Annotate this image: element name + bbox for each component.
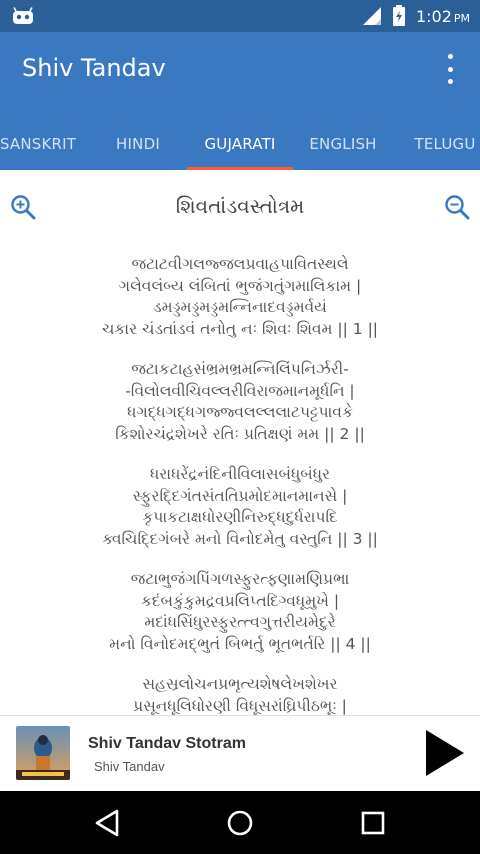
verse-line: જટાકટાહસંભ્રમભ્રમન્નિલિંપનિર્ઝરી-	[131, 360, 349, 378]
status-time: 1:02 PM	[415, 6, 470, 26]
battery-icon	[392, 5, 405, 26]
language-tabs: SANSKRIT HINDI GUJARATI ENGLISH TELUGU	[0, 118, 480, 170]
verse-line: -વિલોલવીચિવલ્લરીવિરાજમાનમૂર્ધનિ |	[125, 381, 355, 400]
verse-line: ચકાર ચંડતાંડવં તનોતુ નઃ શિવઃ શિવમ || 1 |…	[101, 319, 379, 338]
document-title: શિવતાંડવસ્તોત્રમ	[175, 194, 305, 218]
verse-line: ડમડ્ડમડ્ડમડ્ડમન્નિનાદવડ્ડમર્વયં	[153, 298, 327, 316]
verse-line: મદાંધસિંધુરસ્ફુરત્ત્વગુત્તરીયમેદુરે	[144, 613, 336, 631]
verses: જટાટવીગલજ્જલપ્રવાહપાવિતસ્થલે ગલેવલંબ્ય લ…	[0, 254, 480, 715]
verse-3: ધરાધરેંદ્રનંદિનીવિલાસબંધુબંધુર સ્ફુરદ્દિ…	[0, 464, 480, 550]
tab-telugu[interactable]: TELUGU	[396, 118, 480, 170]
play-icon[interactable]	[420, 728, 466, 778]
verse-5: સહસ્રલોચનપ્રભૃત્યશેષલેખશેખર પ્રસૂનધૂલિધો…	[0, 674, 480, 715]
zoom-out-icon[interactable]	[444, 194, 470, 220]
verse-line: ધરાધરેંદ્રનંદિનીવિલાસબંધુબંધુર	[149, 465, 331, 483]
system-nav-bar	[0, 791, 480, 854]
recents-icon[interactable]	[355, 805, 391, 841]
verse-line: મનો વિનોદમદ્ભુતં બિભર્તુ ભૂતભર્તરિ || 4 …	[109, 634, 371, 653]
verse-line: ક્વચિદ્દિગંબરે મનો વિનોદમેતુ વસ્તુનિ || …	[102, 529, 378, 548]
player-title: Shiv Tandav Stotram	[88, 735, 246, 752]
verse-2: જટાકટાહસંભ્રમભ્રમન્નિલિંપનિર્ઝરી- -વિલોલ…	[0, 359, 480, 445]
verse-4: જટાભુજંગપિંગળસ્ફુરત્ફણામણિપ્રભા કદંબકુંક…	[0, 569, 480, 655]
verse-line: જટાભુજંગપિંગળસ્ફુરત્ફણામણિપ્રભા	[130, 570, 350, 588]
overflow-menu-icon[interactable]	[438, 54, 462, 84]
tab-gujarati[interactable]: GUJARATI	[187, 118, 293, 170]
tab-english[interactable]: ENGLISH	[294, 118, 392, 170]
verse-line: ધગદ્ધગદ્ધગજ્જ્વલલ્લલાટપટ્ટપાવકે	[127, 403, 353, 421]
album-art[interactable]	[16, 726, 70, 780]
verse-line: પ્રસૂનધૂલિધોરણી વિધૂસરાંઘ્રિપીઠભૂઃ |	[133, 696, 347, 715]
app-title: Shiv Tandav	[22, 54, 166, 82]
verse-line: ગલેવલંબ્ય લંબિતાં ભુજંગતુંગમાલિકામ |	[118, 276, 362, 295]
verse-line: સ્ફુરદ્દિગંતસંતતિપ્રમોદમાનમાનસે |	[132, 486, 348, 505]
mini-player[interactable]: Shiv Tandav Stotram Shiv Tandav	[0, 715, 480, 791]
verse-line: કદંબકુંકુમદ્રવપ્રલિપ્તદિગ્વધૂમુખે |	[140, 591, 340, 610]
player-subtitle: Shiv Tandav	[94, 759, 165, 774]
back-icon[interactable]	[89, 805, 125, 841]
verse-line: કૃપાકટાક્ષધોરણીનિરુદ્ધદુર્ધરાપદિ	[142, 508, 338, 526]
android-debug-icon	[13, 7, 33, 24]
tab-hindi[interactable]: HINDI	[90, 118, 186, 170]
lyrics-content[interactable]: શિવતાંડવસ્તોત્રમ જટાટવીગલજ્જલપ્રવાહપાવિત…	[0, 170, 480, 715]
tab-sanskrit[interactable]: SANSKRIT	[0, 118, 86, 170]
verse-1: જટાટવીગલજ્જલપ્રવાહપાવિતસ્થલે ગલેવલંબ્ય લ…	[0, 254, 480, 340]
app-bar: Shiv Tandav SANSKRIT HINDI GUJARATI ENGL…	[0, 32, 480, 170]
home-icon[interactable]	[222, 805, 258, 841]
signal-icon	[362, 7, 381, 25]
verse-line: કિશોરચંદ્રશેખરે રતિઃ પ્રતિક્ષણં મમ || 2 …	[115, 424, 365, 443]
status-bar: 1:02 PM	[0, 0, 480, 32]
verse-line: જટાટવીગલજ્જલપ્રવાહપાવિતસ્થલે	[131, 255, 349, 273]
verse-line: સહસ્રલોચનપ્રભૃત્યશેષલેખશેખર	[142, 675, 338, 693]
